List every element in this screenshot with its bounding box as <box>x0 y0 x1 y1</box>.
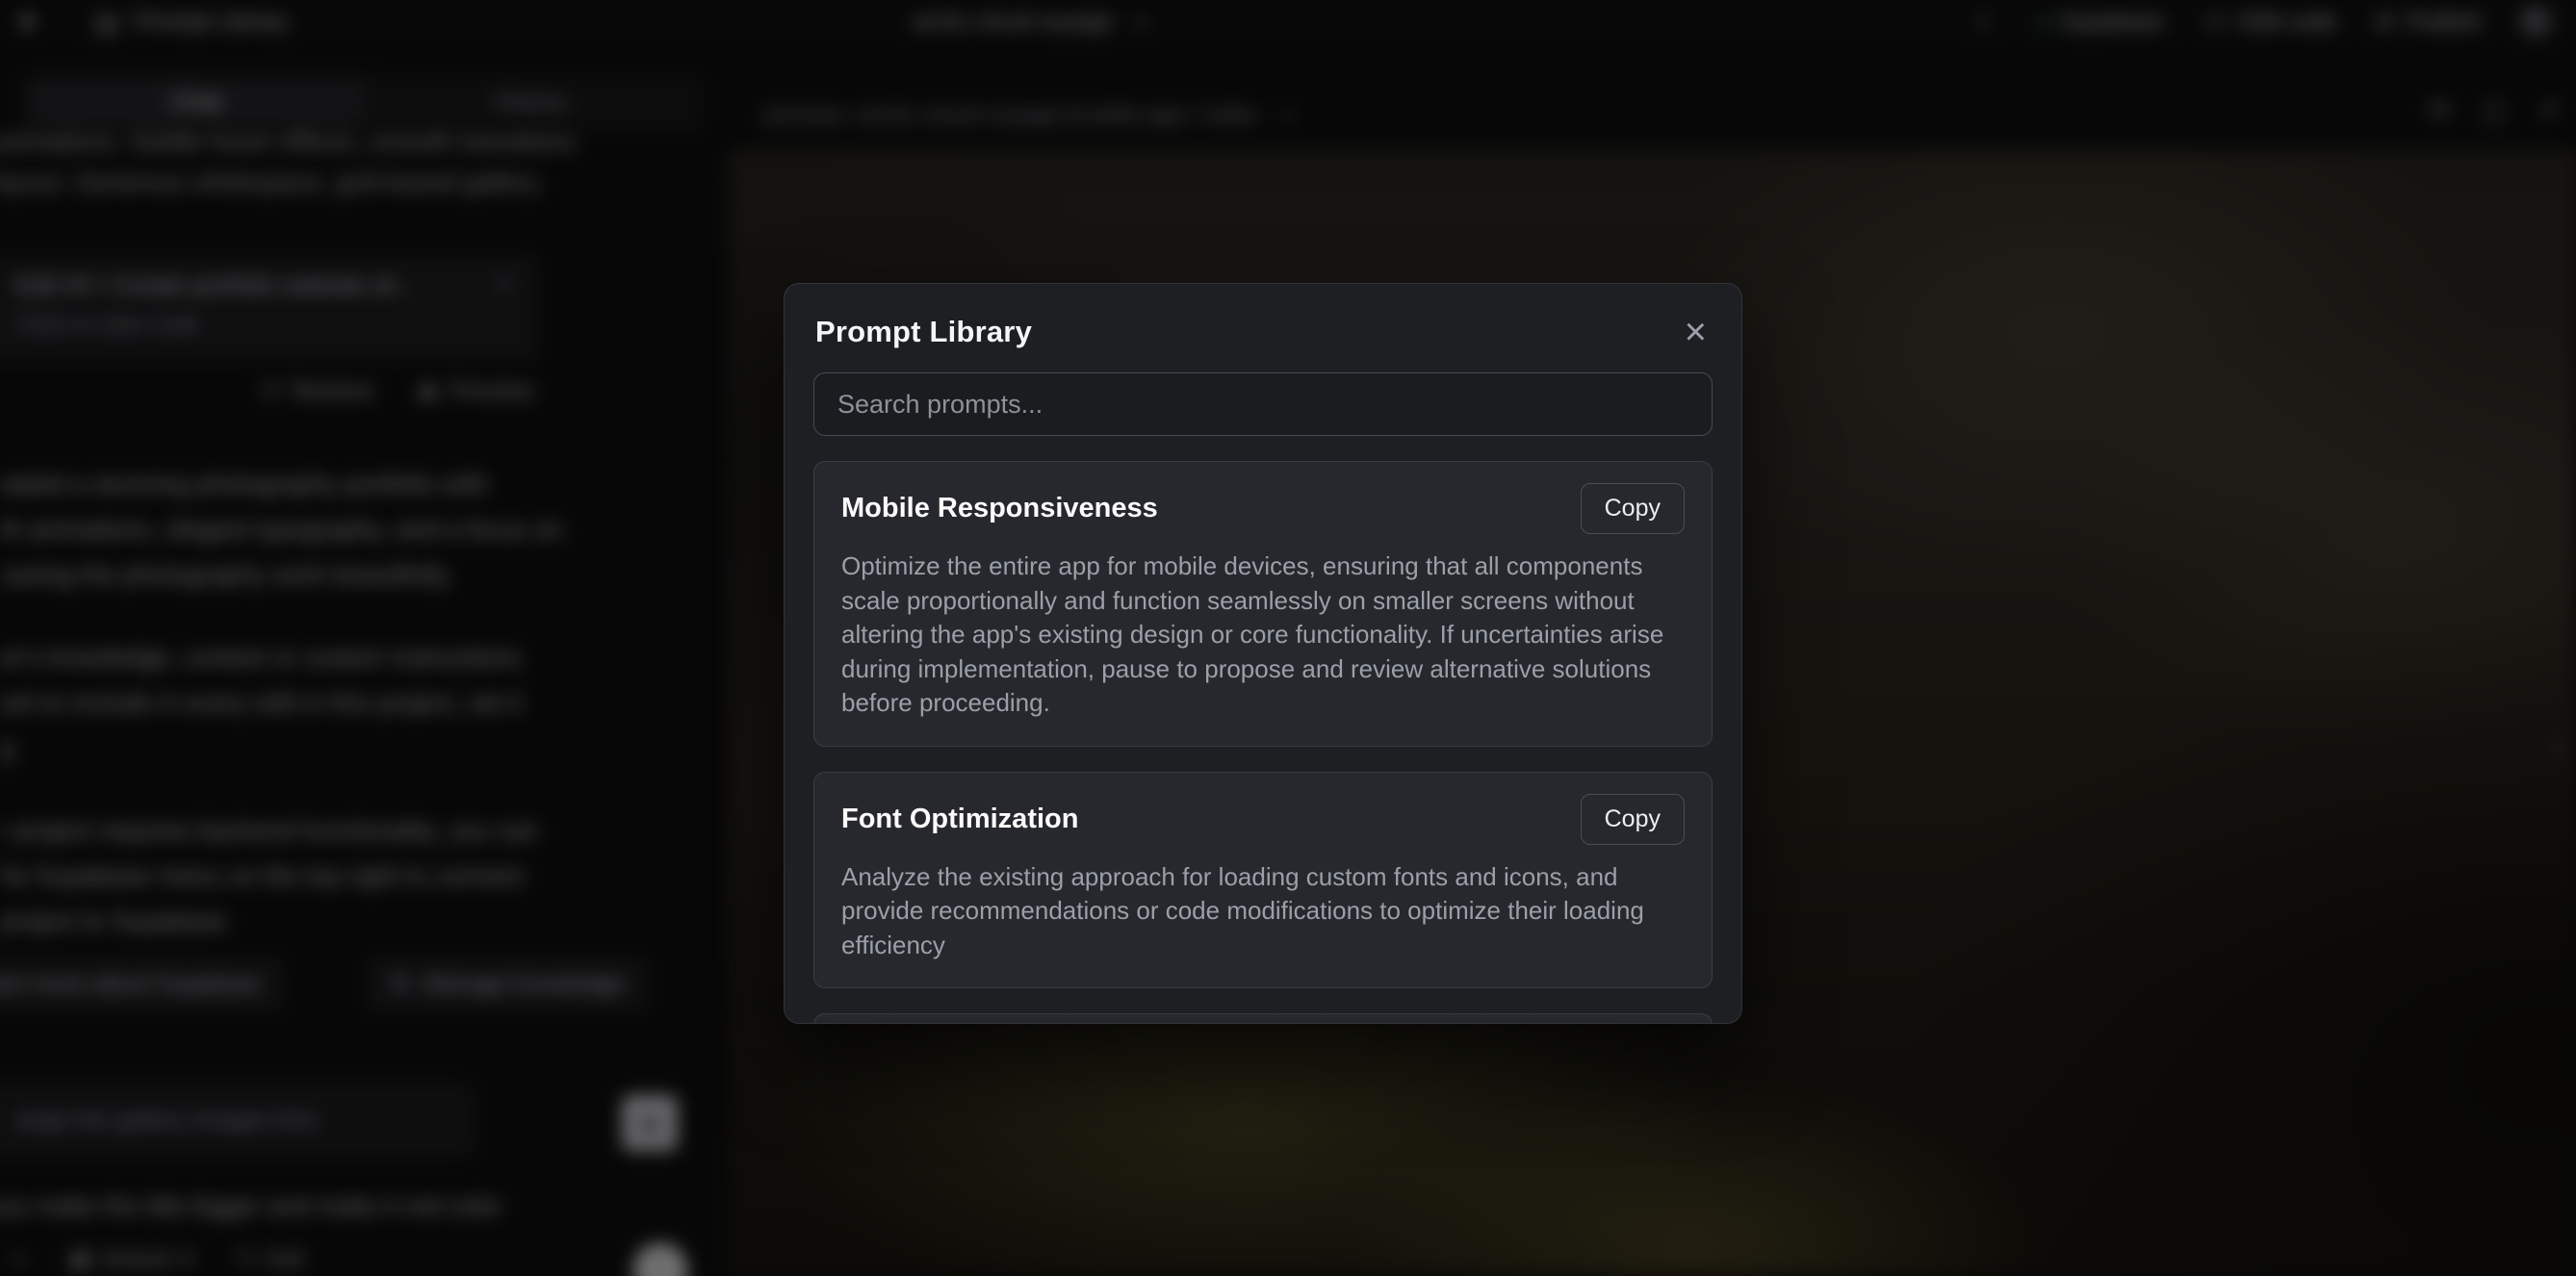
prompt-card-partial <box>813 1013 1713 1024</box>
prompt-title: Mobile Responsiveness <box>841 493 1158 524</box>
modal-header: Prompt Library × <box>815 315 1711 349</box>
copy-button[interactable]: Copy <box>1581 794 1685 845</box>
prompt-card: Mobile Responsiveness Copy Optimize the … <box>813 461 1713 747</box>
prompt-card-header: Font Optimization Copy <box>841 794 1685 845</box>
prompt-description: Optimize the entire app for mobile devic… <box>841 549 1685 721</box>
modal-title: Prompt Library <box>815 315 1032 349</box>
search-input[interactable] <box>813 372 1713 436</box>
copy-button[interactable]: Copy <box>1581 483 1685 534</box>
prompt-card-header: Mobile Responsiveness Copy <box>841 483 1685 534</box>
prompt-description: Analyze the existing approach for loadin… <box>841 860 1685 963</box>
prompt-library-modal: Prompt Library × Mobile Responsiveness C… <box>784 283 1742 1024</box>
app-window: ♥ ▤ Prompt Library arctic-cloud-voyage ▾… <box>0 0 2576 1276</box>
close-icon[interactable]: × <box>1681 317 1711 347</box>
prompt-title: Font Optimization <box>841 804 1078 835</box>
search-box <box>813 372 1713 436</box>
prompt-card: Font Optimization Copy Analyze the exist… <box>813 772 1713 989</box>
